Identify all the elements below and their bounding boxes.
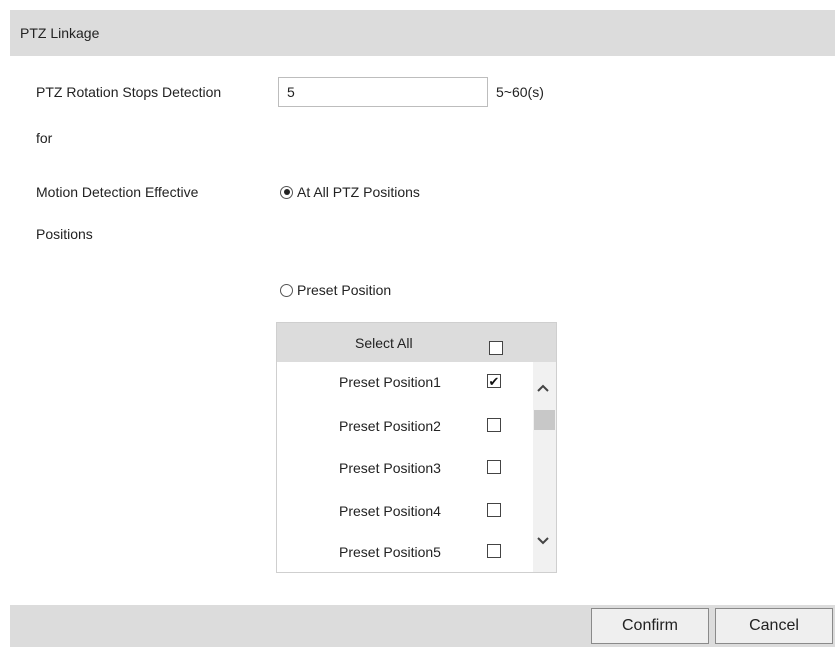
section-header: PTZ Linkage xyxy=(10,10,835,56)
radio-all-positions[interactable]: At All PTZ Positions xyxy=(280,184,420,200)
preset-list-header: Select All xyxy=(277,323,556,362)
cancel-button[interactable]: Cancel xyxy=(715,608,833,644)
preset-item-label: Preset Position1 xyxy=(339,374,441,390)
radio-preset-position[interactable]: Preset Position xyxy=(280,282,391,298)
rotation-stop-label-cont: for xyxy=(36,130,53,146)
preset-item-checkbox-1[interactable]: ✔ xyxy=(487,374,501,388)
preset-item-label: Preset Position3 xyxy=(339,460,441,476)
chevron-up-icon[interactable] xyxy=(535,380,551,396)
radio-preset-position-label: Preset Position xyxy=(297,282,392,298)
preset-item-checkbox-4[interactable] xyxy=(487,503,501,517)
preset-item-label: Preset Position2 xyxy=(339,418,441,434)
rotation-stop-label: PTZ Rotation Stops Detection xyxy=(36,84,222,100)
preset-item-checkbox-3[interactable] xyxy=(487,460,501,474)
motion-positions-label-cont: Positions xyxy=(36,226,93,242)
preset-item-label: Preset Position4 xyxy=(339,503,441,519)
section-title: PTZ Linkage xyxy=(20,25,100,41)
range-hint: 5~60(s) xyxy=(496,84,544,100)
preset-list-panel: Select All Preset Position1 ✔ Preset Pos… xyxy=(276,322,557,573)
footer-bar xyxy=(10,605,835,647)
preset-item-checkbox-2[interactable] xyxy=(487,418,501,432)
confirm-button[interactable]: Confirm xyxy=(591,608,709,644)
radio-all-positions-indicator[interactable] xyxy=(280,185,293,199)
preset-item-checkbox-5[interactable] xyxy=(487,544,501,558)
chevron-down-icon[interactable] xyxy=(535,533,551,549)
radio-all-positions-label: At All PTZ Positions xyxy=(297,184,420,200)
scroll-thumb[interactable] xyxy=(534,410,555,430)
radio-preset-position-indicator[interactable] xyxy=(280,283,293,297)
preset-item-label: Preset Position5 xyxy=(339,544,441,560)
rotation-stop-input[interactable] xyxy=(278,77,488,107)
preset-list-scrollbar[interactable] xyxy=(533,362,556,572)
motion-positions-label: Motion Detection Effective xyxy=(36,184,199,200)
select-all-label: Select All xyxy=(355,335,413,351)
select-all-checkbox[interactable] xyxy=(489,341,503,355)
